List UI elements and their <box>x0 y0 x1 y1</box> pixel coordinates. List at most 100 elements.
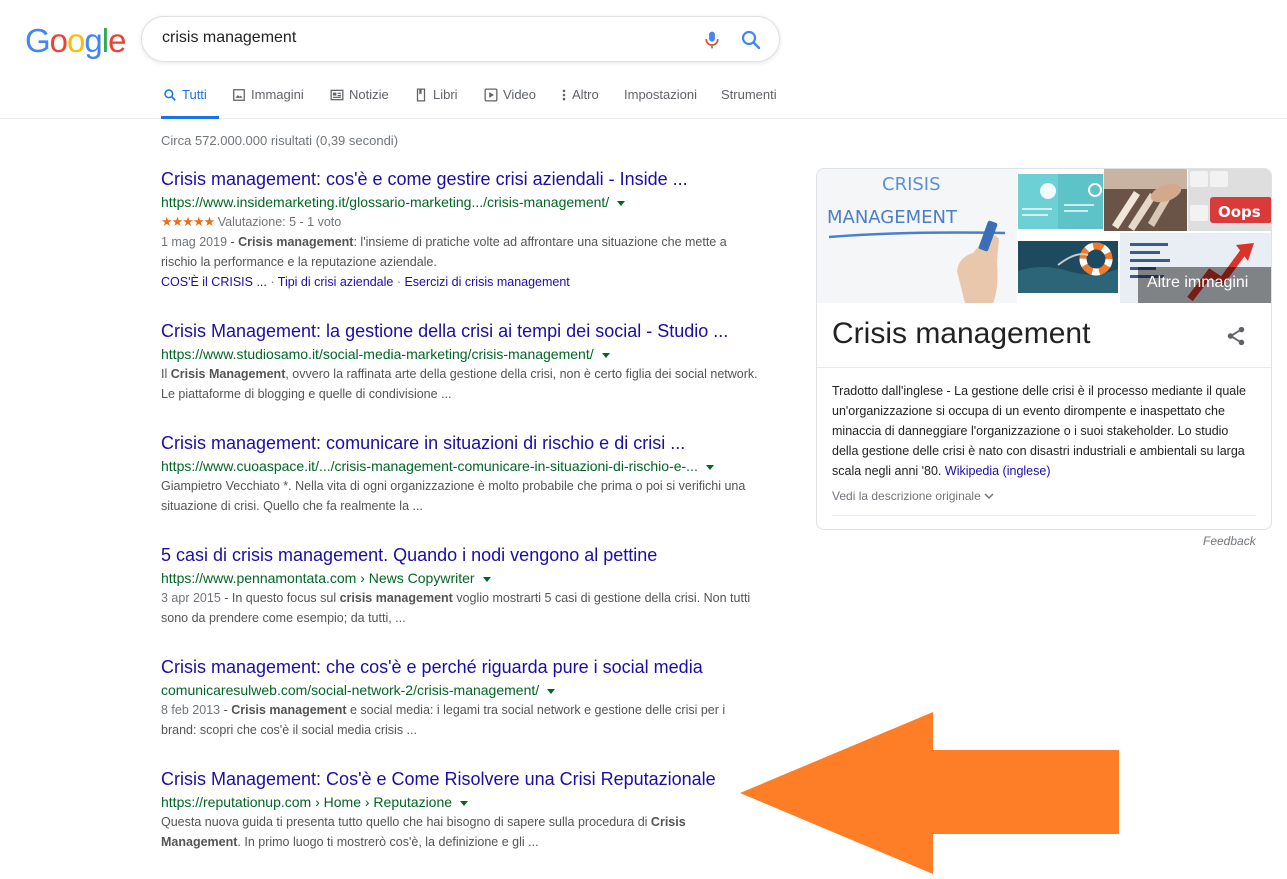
result-url[interactable]: comunicaresulweb.com/social-network-2/cr… <box>161 680 761 700</box>
result-date: 3 apr 2015 <box>161 591 221 605</box>
panel-description: Tradotto dall'inglese - La gestione dell… <box>832 381 1252 481</box>
tab-notizie[interactable]: Notizie <box>330 87 389 119</box>
wikipedia-link[interactable]: Wikipedia (inglese) <box>945 464 1051 478</box>
play-icon <box>484 88 498 102</box>
caret-down-icon[interactable] <box>705 464 714 470</box>
result-title-link[interactable]: Crisis management: che cos'è e perché ri… <box>161 656 761 678</box>
result-snippet: 1 mag 2019 - Crisis management: l'insiem… <box>161 235 727 269</box>
result-title-link[interactable]: Crisis Management: Cos'è e Come Risolver… <box>161 768 761 790</box>
snippet-text: . In primo luogo ti mostrerò cos'è, la d… <box>237 835 539 849</box>
google-logo[interactable]: Google <box>25 22 126 60</box>
tab-immagini[interactable]: Immagini <box>232 87 304 119</box>
show-original-link[interactable]: Vedi la descrizione originale <box>832 489 994 503</box>
caret-down-icon[interactable] <box>601 352 610 358</box>
crisis-management-illustration: CRISIS MANAGEMENT <box>817 169 1017 303</box>
search-result: Crisis management: cos'è e come gestire … <box>161 168 761 292</box>
feedback-link[interactable]: Feedback <box>1203 534 1256 548</box>
tab-label: Libri <box>433 87 458 102</box>
more-vert-icon <box>562 89 566 101</box>
result-snippet: 8 feb 2013 - Crisis management e social … <box>161 703 726 737</box>
show-original-label[interactable]: Vedi la descrizione originale <box>832 489 981 503</box>
tab-tutti[interactable]: Tutti <box>161 87 219 119</box>
image-thumb[interactable]: Oops <box>1188 169 1271 231</box>
result-url-text[interactable]: https://www.cuoaspace.it/.../crisis-mana… <box>161 458 698 474</box>
tab-label: Immagini <box>251 87 304 102</box>
result-url[interactable]: https://reputationup.com › Home › Reputa… <box>161 792 761 812</box>
result-title-link[interactable]: Crisis management: cos'è e come gestire … <box>161 168 761 190</box>
snippet-text: Questa nuova guida ti presenta tutto que… <box>161 815 651 829</box>
sitelink[interactable]: Tipi di crisi aziendale <box>278 275 394 289</box>
search-icon <box>164 89 176 101</box>
image-strip: CRISIS MANAGEMENT Oops Altre immagini <box>817 169 1271 303</box>
tab-label: Notizie <box>349 87 389 102</box>
tab-label: Tutti <box>182 87 207 102</box>
panel-title: Crisis management <box>832 317 1091 350</box>
infographic-image <box>1018 174 1103 229</box>
search-tabs: Tutti Immagini Notizie Libri Video Altro… <box>0 82 1287 119</box>
snippet-bold: Crisis management <box>238 235 354 249</box>
microphone-icon[interactable] <box>702 29 722 51</box>
tab-label: Strumenti <box>721 87 777 102</box>
result-snippet: Il Crisis Management, ovvero la raffinat… <box>161 364 761 404</box>
result-snippet: Giampietro Vecchiato *. Nella vita di og… <box>161 479 746 513</box>
result-date: 8 feb 2013 <box>161 703 221 717</box>
search-input[interactable] <box>162 29 682 47</box>
more-images-link[interactable]: Altre immagini <box>1147 274 1248 292</box>
main-image[interactable]: CRISIS MANAGEMENT <box>817 169 1017 303</box>
result-title-link[interactable]: 5 casi di crisis management. Quando i no… <box>161 544 761 566</box>
annotation-arrow <box>740 712 1119 874</box>
snippet-bold: Crisis Management <box>170 367 286 381</box>
result-rating: ★★★★★ Valutazione: 5 - 1 voto <box>161 212 761 232</box>
divider <box>832 515 1256 516</box>
share-icon[interactable] <box>1225 325 1247 347</box>
tab-video[interactable]: Video <box>484 87 536 119</box>
search-icon[interactable] <box>739 28 763 52</box>
logo-letter: g <box>84 22 102 59</box>
result-url-text[interactable]: comunicaresulweb.com/social-network-2/cr… <box>161 682 539 698</box>
result-sitelinks: COS'È il CRISIS ... · Tipi di crisi azie… <box>161 275 570 289</box>
search-result: Crisis Management: la gestione della cri… <box>161 320 761 404</box>
search-box[interactable] <box>141 16 780 62</box>
sitelink[interactable]: COS'È il CRISIS ... <box>161 275 267 289</box>
result-snippet: Questa nuova guida ti presenta tutto que… <box>161 812 761 852</box>
result-url[interactable]: https://www.cuoaspace.it/.../crisis-mana… <box>161 456 761 476</box>
result-title-link[interactable]: Crisis Management: la gestione della cri… <box>161 320 761 342</box>
result-title-link[interactable]: Crisis management: comunicare in situazi… <box>161 432 761 454</box>
tab-impostazioni[interactable]: Impostazioni <box>624 87 697 119</box>
snippet-bold: Crisis management <box>231 703 347 717</box>
tab-label: Video <box>503 87 537 102</box>
result-url-text[interactable]: https://reputationup.com › Home › Reputa… <box>161 794 452 810</box>
result-url-text[interactable]: https://www.studiosamo.it/social-media-m… <box>161 346 594 362</box>
image-thumb[interactable] <box>1018 241 1118 293</box>
caret-down-icon[interactable] <box>547 688 556 694</box>
logo-letter: o <box>67 22 85 59</box>
news-icon <box>330 89 344 101</box>
caret-down-icon[interactable] <box>460 800 469 806</box>
result-snippet: 3 apr 2015 - In questo focus sul crisis … <box>161 591 751 625</box>
logo-letter: o <box>49 22 68 59</box>
snippet-bold: crisis management <box>339 591 453 605</box>
divider <box>817 367 1271 368</box>
sitelink[interactable]: Esercizi di crisis management <box>404 275 569 289</box>
tab-strumenti[interactable]: Strumenti <box>721 87 777 119</box>
lifebuoy-image <box>1018 241 1118 293</box>
tab-altro[interactable]: Altro <box>561 87 599 119</box>
result-url[interactable]: https://www.pennamontata.com › News Copy… <box>161 568 761 588</box>
result-url-text[interactable]: https://www.pennamontata.com › News Copy… <box>161 570 475 586</box>
image-icon <box>233 89 245 101</box>
caret-down-icon[interactable] <box>617 200 626 206</box>
image-thumb[interactable] <box>1120 233 1271 303</box>
result-url-text[interactable]: https://www.insidemarketing.it/glossario… <box>161 194 609 210</box>
dominoes-image <box>1104 169 1187 231</box>
image-thumb[interactable] <box>1018 174 1103 229</box>
result-url[interactable]: https://www.insidemarketing.it/glossario… <box>161 192 761 212</box>
logo-letter: G <box>25 22 51 59</box>
image-thumb[interactable] <box>1104 169 1187 231</box>
rating-text: Valutazione: 5 - 1 voto <box>217 215 342 229</box>
result-url[interactable]: https://www.studiosamo.it/social-media-m… <box>161 344 761 364</box>
tab-libri[interactable]: Libri <box>414 87 458 119</box>
caret-down-icon[interactable] <box>482 576 491 582</box>
knowledge-panel: CRISIS MANAGEMENT Oops Altre immagini Cr… <box>816 168 1272 530</box>
search-result: 5 casi di crisis management. Quando i no… <box>161 544 761 628</box>
rating-stars: ★★★★★ <box>161 214 215 229</box>
